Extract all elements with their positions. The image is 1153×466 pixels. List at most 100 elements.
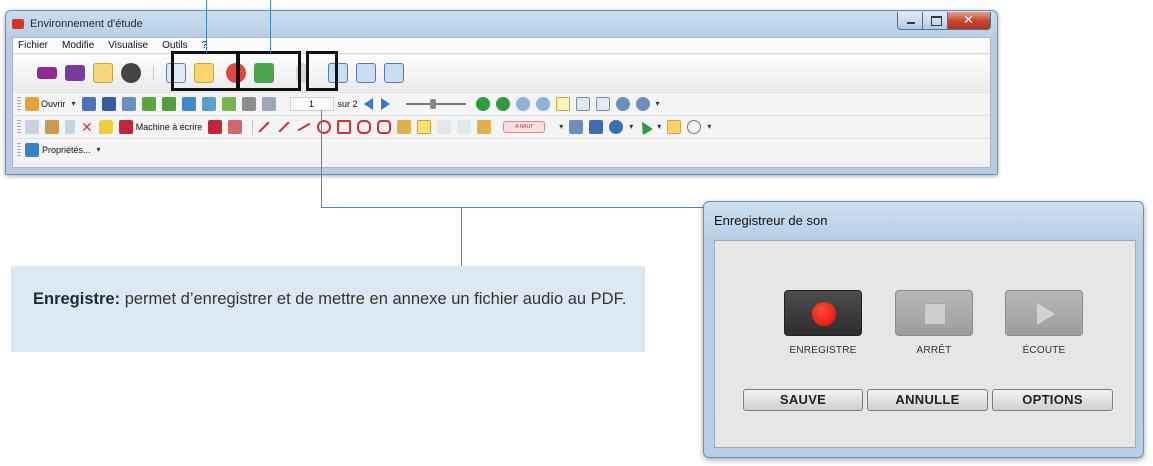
toolbar-grip[interactable] <box>17 142 21 157</box>
more-dropdown-icon[interactable]: ▾ <box>656 99 660 108</box>
app-icon <box>12 19 24 29</box>
stamp-dropdown-icon[interactable]: ▾ <box>559 122 563 131</box>
pencil-tool-icon[interactable] <box>397 119 412 134</box>
select-dropdown-icon[interactable]: ▾ <box>657 122 661 131</box>
screen-capture-icon[interactable] <box>356 63 376 83</box>
typewriter-button[interactable]: Machine à écrire <box>136 122 203 132</box>
polyline-tool-icon[interactable] <box>297 122 311 131</box>
callout-line-drop <box>461 207 462 266</box>
highlight-text-icon[interactable] <box>417 119 432 134</box>
page-move-icon[interactable] <box>161 96 176 111</box>
menu-outils[interactable]: Outils <box>162 38 188 53</box>
magnify-in-icon[interactable] <box>535 96 550 111</box>
next-page-icon[interactable] <box>380 97 390 110</box>
zoom-slider[interactable] <box>405 98 466 109</box>
paste-icon[interactable] <box>45 119 59 134</box>
previous-page-icon[interactable] <box>363 97 373 110</box>
menu-bar: Fichier Modifie Visualise Outils ? <box>13 38 990 54</box>
ellipse-tool-icon[interactable] <box>317 119 332 134</box>
page-delete-icon[interactable] <box>241 96 256 111</box>
fit-width-icon[interactable] <box>575 96 590 111</box>
page-insert-icon[interactable] <box>221 96 236 111</box>
properties-button[interactable]: Propriétés... <box>42 145 91 155</box>
play-label: ÉCOUTE <box>1022 345 1066 356</box>
attach-icon[interactable] <box>609 119 624 134</box>
typewriter-icon <box>118 119 133 134</box>
fullscreen-icon[interactable] <box>328 63 348 83</box>
rectangle-tool-icon[interactable] <box>337 119 352 134</box>
export-pdf-icon[interactable] <box>254 63 274 83</box>
strikeout-icon[interactable] <box>437 119 452 134</box>
line-tool-icon[interactable] <box>258 120 270 133</box>
rotate-left-icon[interactable] <box>615 96 630 111</box>
menu-visualise[interactable]: Visualise <box>108 38 148 53</box>
screen-return-icon[interactable] <box>384 63 404 83</box>
highlight-tool-icon[interactable] <box>194 63 214 83</box>
copy-icon[interactable] <box>25 119 39 134</box>
title-bar: Environnement d'étude ✕ <box>6 11 997 37</box>
save-all-icon[interactable] <box>101 96 116 111</box>
attach-dropdown-icon[interactable]: ▾ <box>629 122 633 131</box>
microphone-icon[interactable] <box>296 63 308 83</box>
arrow-tool-icon[interactable] <box>278 120 290 133</box>
open-button[interactable]: Ouvrir <box>41 99 66 109</box>
maximize-button[interactable] <box>922 12 948 30</box>
fit-page-icon[interactable] <box>555 96 570 111</box>
toolbar-grip[interactable] <box>17 96 21 111</box>
cancel-button[interactable]: ANNULLE <box>867 389 988 411</box>
zoom-out-icon[interactable] <box>475 96 490 111</box>
select-text-icon[interactable] <box>166 63 186 83</box>
callout-text: Enregistre: permet d’enregistrer et de m… <box>33 286 633 313</box>
toolbar-separator <box>252 119 254 134</box>
callout-icon[interactable] <box>228 119 243 134</box>
settings-gear-icon[interactable] <box>121 63 141 83</box>
minimize-button[interactable] <box>897 12 923 30</box>
toolbar-grip[interactable] <box>17 119 21 134</box>
callout-term: Enregistre: <box>33 290 121 308</box>
text-select-icon[interactable] <box>667 119 682 134</box>
tools-dropdown-icon[interactable]: ▾ <box>707 122 711 131</box>
sound-recorder-dialog: Enregistreur de son ENREGISTRE ARRÊT ÉCO… <box>703 201 1144 458</box>
link-small-icon[interactable] <box>65 119 75 134</box>
page-number-field[interactable]: 1 <box>289 96 334 111</box>
cloud-tool-icon[interactable] <box>377 119 392 134</box>
play-button[interactable] <box>1005 290 1083 336</box>
close-button[interactable]: ✕ <box>947 12 991 30</box>
save-icon[interactable] <box>81 96 96 111</box>
two-pages-icon[interactable] <box>595 96 610 111</box>
stop-icon <box>924 303 946 325</box>
save-button[interactable]: SAUVE <box>743 389 863 411</box>
record-button[interactable] <box>784 290 862 336</box>
page-extract-icon[interactable] <box>201 96 216 111</box>
select-arrow-icon[interactable] <box>637 118 654 135</box>
menu-modifie[interactable]: Modifie <box>62 38 94 53</box>
stop-button[interactable] <box>895 290 973 336</box>
document-stack-icon[interactable] <box>93 63 113 83</box>
properties-dropdown-icon[interactable]: ▾ <box>97 145 101 154</box>
stamp-preview[interactable]: A HAUT <box>503 120 546 133</box>
delete-icon[interactable]: ✕ <box>81 120 93 134</box>
options-button[interactable]: OPTIONS <box>992 389 1113 411</box>
page-add-icon[interactable] <box>141 96 156 111</box>
underline-icon[interactable] <box>457 119 472 134</box>
menu-fichier[interactable]: Fichier <box>18 38 48 53</box>
page-rotate-icon[interactable] <box>181 96 196 111</box>
study-mode-icon[interactable] <box>37 67 57 79</box>
note-icon[interactable] <box>98 119 113 134</box>
stamp-icon[interactable] <box>477 119 492 134</box>
client-area: Fichier Modifie Visualise Outils ? Ouvri… <box>12 37 991 168</box>
pin-icon[interactable] <box>589 119 604 134</box>
eraser-icon[interactable] <box>569 119 584 134</box>
zoom-in-icon[interactable] <box>495 96 510 111</box>
open-dropdown-icon[interactable]: ▾ <box>72 99 76 108</box>
rotate-right-icon[interactable] <box>635 96 650 111</box>
hand-tool-icon[interactable] <box>687 119 702 134</box>
bookmark-pdf-icon[interactable] <box>226 63 246 83</box>
magnify-out-icon[interactable] <box>515 96 530 111</box>
link-icon[interactable] <box>261 96 276 111</box>
polygon-tool-icon[interactable] <box>357 119 372 134</box>
print-icon[interactable] <box>121 96 136 111</box>
textbox-icon[interactable] <box>208 119 223 134</box>
notebook-icon[interactable] <box>65 65 85 81</box>
stop-label: ARRÊT <box>916 345 952 356</box>
